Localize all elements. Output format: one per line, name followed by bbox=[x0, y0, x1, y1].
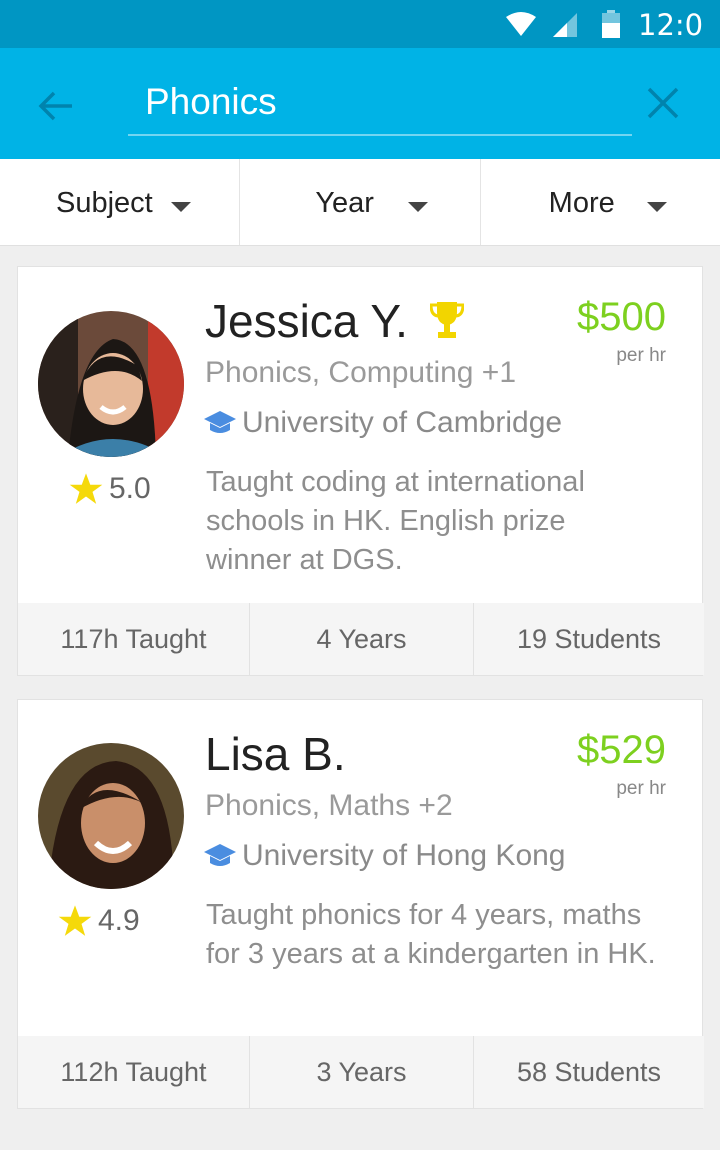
tutor-card[interactable]: 5.0 Jessica Y. $500 per hr Phonics, Comp… bbox=[17, 266, 704, 676]
university: University of Cambridge bbox=[204, 406, 562, 440]
stat-students: 19 Students bbox=[516, 623, 662, 654]
wifi-icon bbox=[506, 12, 536, 36]
close-icon[interactable] bbox=[646, 86, 680, 120]
filter-year-label: Year bbox=[315, 187, 374, 219]
search-input[interactable] bbox=[128, 70, 632, 136]
tutor-name[interactable]: Lisa B. bbox=[205, 727, 346, 781]
signal-icon bbox=[553, 13, 577, 37]
rating: 4.9 bbox=[58, 904, 140, 938]
tutor-name[interactable]: Jessica Y. bbox=[205, 294, 408, 348]
rating-value: 5.0 bbox=[109, 472, 151, 505]
chevron-down-icon bbox=[408, 202, 429, 212]
subjects: Phonics, Maths +2 bbox=[205, 789, 453, 822]
battery-icon bbox=[602, 10, 620, 38]
price: $529 bbox=[577, 728, 666, 772]
rating: 5.0 bbox=[69, 472, 151, 506]
price-unit: per hr bbox=[616, 345, 666, 366]
status-bar: 12:0 bbox=[0, 0, 720, 48]
price-unit: per hr bbox=[616, 778, 666, 799]
filter-subject-label: Subject bbox=[56, 187, 153, 219]
tutor-description: Taught coding at international schools i… bbox=[206, 466, 585, 576]
stats-bar: 117h Taught 4 Years 19 Students bbox=[18, 603, 704, 675]
tutor-card[interactable]: 4.9 Lisa B. $529 per hr Phonics, Maths +… bbox=[17, 699, 704, 1109]
back-arrow-icon[interactable] bbox=[38, 88, 74, 124]
tutor-description: Taught phonics for 4 years, maths for 3 … bbox=[206, 899, 656, 970]
chevron-down-icon bbox=[171, 202, 191, 212]
filter-bar: Subject Year More bbox=[0, 159, 720, 246]
university-name: University of Hong Kong bbox=[242, 839, 566, 872]
graduation-cap-icon bbox=[204, 411, 236, 433]
stat-hours-taught: 117h Taught bbox=[18, 603, 250, 675]
stat-years: 3 Years bbox=[250, 1036, 474, 1108]
stat-students: 58 Students bbox=[516, 1056, 662, 1087]
stat-years: 4 Years bbox=[250, 603, 474, 675]
university: University of Hong Kong bbox=[204, 839, 566, 873]
filter-subject[interactable]: Subject bbox=[0, 159, 241, 245]
price: $500 bbox=[577, 295, 666, 339]
subjects: Phonics, Computing +1 bbox=[205, 356, 517, 389]
avatar bbox=[38, 311, 184, 457]
trophy-icon bbox=[430, 302, 464, 338]
filter-more-label: More bbox=[548, 187, 615, 219]
status-time: 12:0 bbox=[638, 8, 704, 42]
rating-value: 4.9 bbox=[98, 904, 140, 937]
stat-hours-taught: 112h Taught bbox=[18, 1036, 250, 1108]
filter-year[interactable]: Year bbox=[240, 159, 481, 245]
avatar bbox=[38, 743, 184, 889]
stats-bar: 112h Taught 3 Years 58 Students bbox=[18, 1036, 704, 1108]
search-header bbox=[0, 48, 720, 159]
chevron-down-icon bbox=[646, 202, 667, 212]
graduation-cap-icon bbox=[204, 844, 236, 866]
university-name: University of Cambridge bbox=[242, 406, 563, 439]
filter-more[interactable]: More bbox=[481, 159, 720, 245]
star-icon bbox=[69, 473, 103, 504]
star-icon bbox=[58, 905, 92, 936]
